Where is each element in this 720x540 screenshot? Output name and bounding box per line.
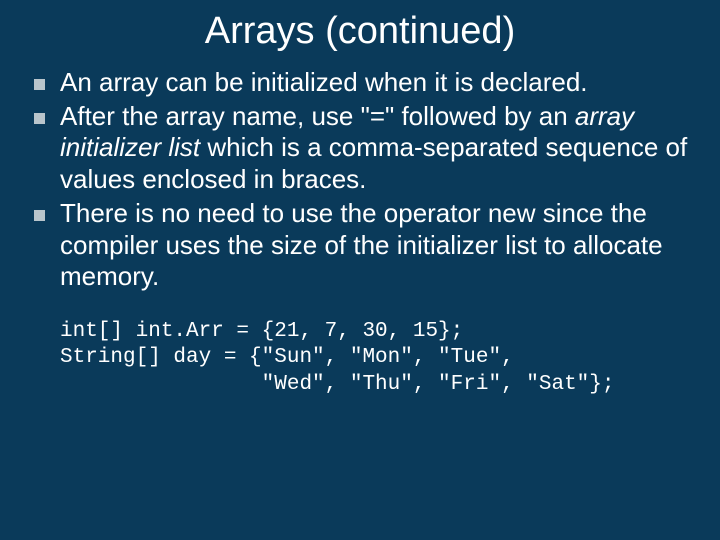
slide: Arrays (continued) An array can be initi… (0, 0, 720, 540)
bullet-text: An array can be initialized when it is d… (60, 67, 588, 97)
bullet-list: An array can be initialized when it is d… (20, 67, 700, 293)
bullet-text: There is no need to use the operator new… (60, 198, 663, 291)
code-block: int[] int.Arr = {21, 7, 30, 15}; String[… (60, 319, 700, 398)
slide-title: Arrays (continued) (20, 10, 700, 53)
bullet-item-3: There is no need to use the operator new… (26, 198, 690, 293)
bullet-text-prefix: After the array name, use "=" followed b… (60, 101, 575, 131)
bullet-item-1: An array can be initialized when it is d… (26, 67, 690, 99)
bullet-item-2: After the array name, use "=" followed b… (26, 101, 690, 196)
